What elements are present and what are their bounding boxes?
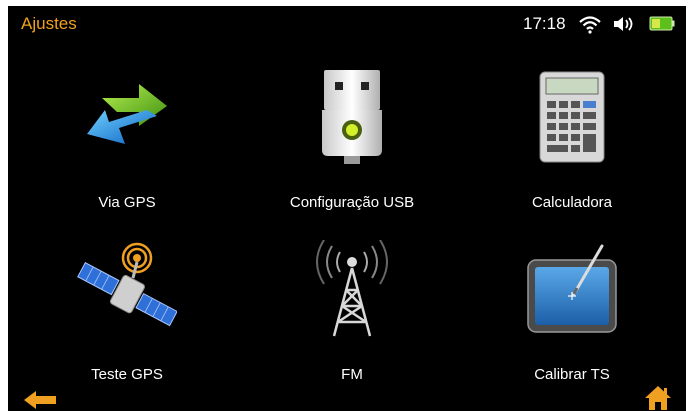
clock: 17:18 <box>523 14 566 33</box>
tile-label: Configuração USB <box>289 194 415 211</box>
tile-label: Via GPS <box>98 194 156 211</box>
settings-screen: Ajustes 17:18 Via GPS Configuração USB C… <box>8 6 686 411</box>
tile-touch-calibrate[interactable]: Calibrar TS <box>477 240 667 390</box>
radio-tower-icon <box>316 240 388 337</box>
back-arrow-icon[interactable] <box>22 390 58 410</box>
volume-icon <box>614 17 633 31</box>
gps-route-icon <box>87 84 167 144</box>
touchscreen-calibrate-icon <box>527 244 617 333</box>
calculator-icon <box>539 71 605 163</box>
battery-icon <box>649 16 675 31</box>
usb-icon <box>322 70 382 164</box>
status-bar: Ajustes 17:18 <box>8 6 686 42</box>
tile-label: Calibrar TS <box>534 366 610 383</box>
home-icon[interactable] <box>644 385 672 411</box>
tile-label: Teste GPS <box>91 366 163 383</box>
wifi-icon <box>579 16 601 34</box>
tile-fm-radio[interactable]: FM <box>257 240 447 390</box>
tile-usb-config[interactable]: Configuração USB <box>257 68 447 218</box>
tile-label: Calculadora <box>531 194 613 211</box>
satellite-icon <box>77 242 177 327</box>
tile-via-gps[interactable]: Via GPS <box>32 68 222 218</box>
tile-calculator[interactable]: Calculadora <box>477 68 667 218</box>
tile-label: FM <box>341 366 363 383</box>
tile-gps-test[interactable]: Teste GPS <box>32 240 222 390</box>
page-title: Ajustes <box>21 14 77 33</box>
